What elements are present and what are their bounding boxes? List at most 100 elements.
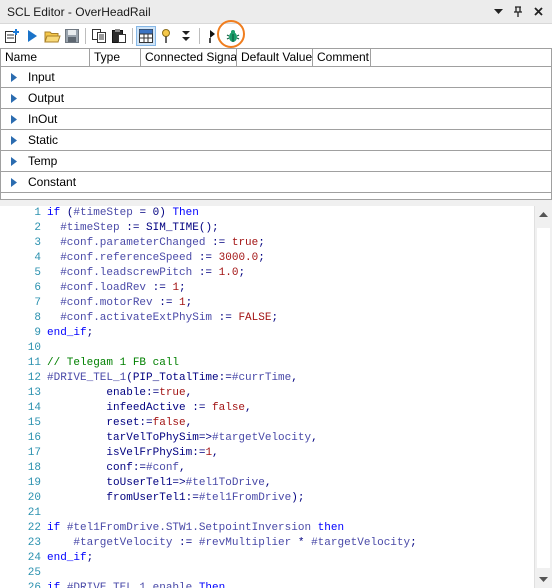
expand-arrow-icon[interactable] [11, 156, 21, 166]
section-label: Static [28, 133, 59, 147]
code-line[interactable]: 10 [0, 341, 47, 356]
code-line[interactable]: 7 #conf.motorRev := 1; [0, 296, 192, 311]
section-row-static[interactable]: Static [1, 130, 551, 151]
line-number: 9 [34, 327, 41, 339]
insert-block-icon[interactable] [2, 26, 22, 46]
paste-icon[interactable] [109, 26, 129, 46]
copy-icon[interactable] [89, 26, 109, 46]
code-line[interactable]: 3 #conf.parameterChanged := true; [0, 236, 264, 251]
highlight-ring [217, 20, 245, 48]
code-token: := SIM_TIME(); [119, 222, 219, 234]
code-line[interactable]: 13 enable:=true, [0, 386, 192, 401]
column-header-connected-signal[interactable]: Connected Signal [141, 49, 237, 67]
line-number: 11 [27, 357, 41, 369]
save-icon[interactable] [62, 26, 82, 46]
code-token: true [159, 387, 186, 399]
code-token: #timeStep [60, 222, 120, 234]
code-token: , [245, 402, 252, 414]
code-token: ; [179, 282, 186, 294]
scroll-down-icon[interactable] [535, 571, 552, 588]
code-line[interactable]: 20 fromUserTel1:=#tel1FromDrive); [0, 491, 305, 506]
section-row-inout[interactable]: InOut [1, 109, 551, 130]
code-line[interactable]: 24 end_if; [0, 551, 93, 566]
code-line[interactable]: 1 if (#timeStep = 0) Then [0, 206, 199, 221]
code-token: ); [291, 492, 305, 504]
expand-arrow-icon[interactable] [11, 114, 21, 124]
column-header-type[interactable]: Type [90, 49, 141, 67]
expand-arrow-icon[interactable] [11, 135, 21, 145]
code-token: #conf.referenceSpeed [60, 252, 193, 264]
pin-icon[interactable] [508, 2, 528, 22]
code-line[interactable]: 25 [0, 566, 47, 581]
code-line[interactable]: 4 #conf.referenceSpeed := 3000.0; [0, 251, 264, 266]
run-icon[interactable] [22, 26, 42, 46]
code-line[interactable]: 5 #conf.leadscrewPitch := 1.0; [0, 266, 245, 281]
code-token: ; [410, 537, 417, 549]
code-token: , [185, 417, 193, 429]
code-line[interactable]: 11 // Telegam 1 FB call [0, 356, 179, 371]
section-row-temp[interactable]: Temp [1, 151, 551, 172]
column-header-comment[interactable]: Comment [313, 49, 371, 67]
code-line[interactable]: 15 reset:=false, [0, 416, 192, 431]
expand-arrow-icon[interactable] [11, 72, 21, 82]
toolbar-separator [85, 28, 86, 44]
code-line[interactable]: 17 isVelFrPhySim:=1, [0, 446, 219, 461]
grid-view-icon[interactable] [136, 26, 156, 46]
dropdown-arrows-icon[interactable] [176, 26, 196, 46]
expand-arrow-icon[interactable] [11, 177, 21, 187]
code-token: #tel1FromDrive [198, 492, 292, 504]
code-editor[interactable]: 1 if (#timeStep = 0) Then 2 #timeStep := S… [0, 206, 552, 588]
open-folder-icon[interactable] [42, 26, 62, 46]
scrollbar-thumb[interactable] [537, 228, 550, 568]
code-token: , [264, 477, 272, 489]
code-token: := [205, 237, 232, 249]
code-line[interactable]: 21 [0, 506, 47, 521]
section-label: Input [28, 70, 55, 84]
code-line[interactable]: 16 tarVelToPhySim=>#targetVelocity, [0, 431, 318, 446]
section-row-output[interactable]: Output [1, 88, 551, 109]
code-token: then [311, 522, 345, 534]
dropdown-icon[interactable] [488, 2, 508, 22]
expand-arrow-icon[interactable] [11, 93, 21, 103]
scroll-up-icon[interactable] [535, 206, 552, 223]
vertical-scrollbar[interactable] [534, 206, 552, 588]
close-icon[interactable] [528, 2, 548, 22]
code-line[interactable]: 14 infeedActive := false, [0, 401, 252, 416]
code-token: #conf.parameterChanged [60, 237, 206, 249]
code-token: tarVelToPhySim=> [47, 432, 213, 444]
window-title: SCL Editor - OverHeadRail [7, 4, 151, 19]
debug-bug-icon[interactable] [217, 20, 245, 48]
code-token: FALSE [238, 312, 272, 324]
code-line[interactable]: 22 if #tel1FromDrive.STW1.SetpointInversi… [0, 521, 344, 536]
code-token: #targetVelocity [311, 537, 411, 549]
code-token: 1.0 [218, 267, 239, 279]
code-token: := [192, 252, 219, 264]
line-number: 15 [27, 417, 41, 429]
code-line[interactable]: 12 #DRIVE_TEL_1(PIP_TotalTime:=#currTime, [0, 371, 298, 386]
code-line[interactable]: 2 #timeStep := SIM_TIME(); [0, 221, 219, 236]
line-number: 23 [27, 537, 41, 549]
editor-toolbar [0, 20, 552, 48]
code-token: if [47, 207, 67, 219]
code-line[interactable]: 23 #targetVelocity := #revMultiplier * #… [0, 536, 417, 551]
line-number: 26 [27, 582, 41, 588]
code-text-area[interactable]: 1 if (#timeStep = 0) Then 2 #timeStep := S… [0, 206, 534, 588]
column-header-default-value[interactable]: Default Value [237, 49, 313, 67]
section-row-input[interactable]: Input [1, 67, 551, 88]
line-number: 24 [27, 552, 41, 564]
code-token: // Telegam 1 FB call [47, 357, 180, 369]
code-line[interactable]: 18 conf:=#conf, [0, 461, 186, 476]
code-line[interactable]: 9 end_if; [0, 326, 93, 341]
code-line[interactable]: 19 toUserTel1=>#tel1ToDrive, [0, 476, 272, 491]
section-label: Output [28, 91, 65, 105]
code-line[interactable]: 6 #conf.loadRev := 1; [0, 281, 186, 296]
code-token: Then [172, 207, 199, 219]
code-line[interactable]: 8 #conf.activateExtPhySim := FALSE; [0, 311, 278, 326]
column-header-name[interactable]: Name [1, 49, 90, 67]
code-token: , [212, 447, 219, 459]
code-line[interactable]: 26 if #DRIVE_TEL_1.enable Then [0, 581, 225, 588]
section-row-constant[interactable]: Constant [1, 172, 551, 193]
code-token: (PIP_TotalTime:= [126, 372, 232, 384]
breakpoint-icon[interactable] [156, 26, 176, 46]
code-token: ; [271, 312, 279, 324]
